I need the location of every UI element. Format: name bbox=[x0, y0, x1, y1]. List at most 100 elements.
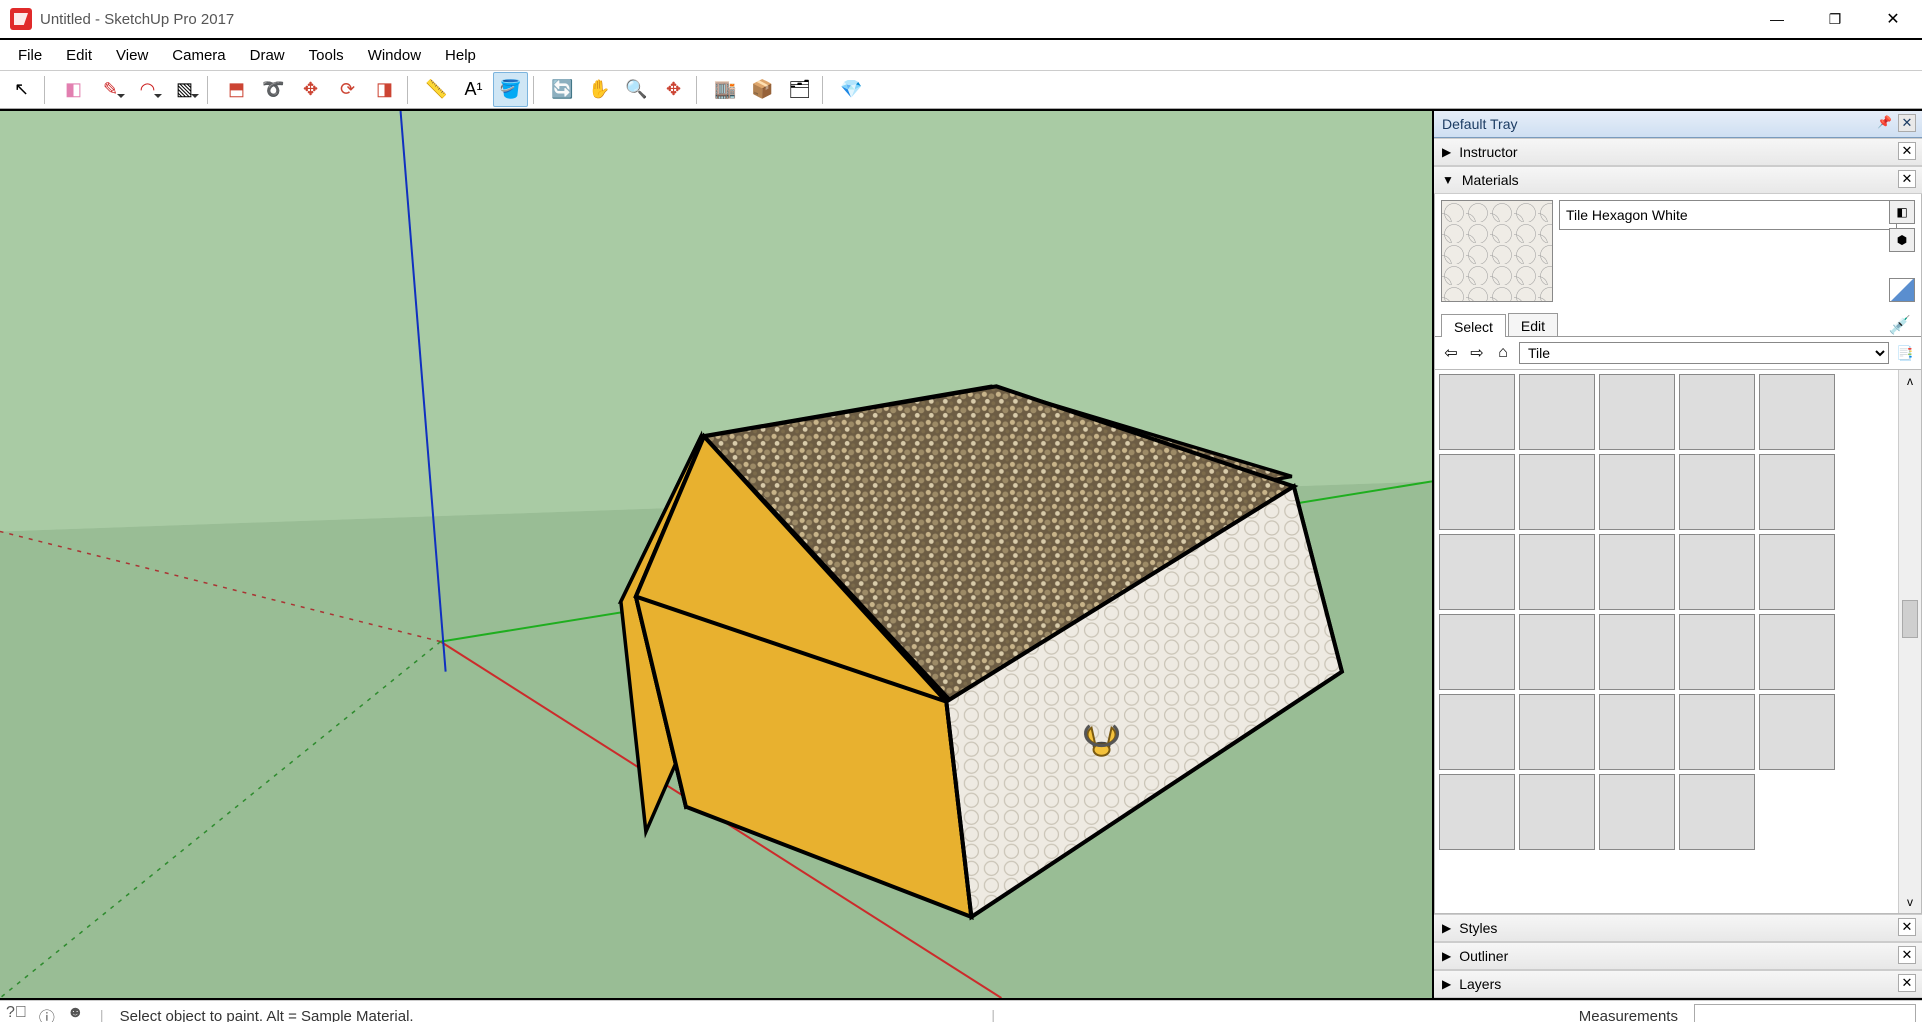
menu-tools[interactable]: Tools bbox=[297, 43, 356, 68]
material-tile[interactable] bbox=[1679, 614, 1755, 690]
eraser-tool[interactable]: ◧ bbox=[56, 72, 91, 107]
chevron-down-icon: ▼ bbox=[1442, 173, 1454, 187]
select-tool[interactable]: ↖ bbox=[4, 72, 39, 107]
material-tile[interactable] bbox=[1439, 614, 1515, 690]
nav-forward-icon[interactable]: ⇨ bbox=[1467, 343, 1487, 363]
materials-tabs: Select Edit 💉 bbox=[1435, 308, 1921, 337]
menu-help[interactable]: Help bbox=[433, 43, 488, 68]
materials-scrollbar[interactable]: ʌ v bbox=[1898, 370, 1921, 913]
zoom-extents-tool[interactable]: ✥ bbox=[656, 72, 691, 107]
material-tile[interactable] bbox=[1439, 694, 1515, 770]
create-material-icon[interactable]: ⬢ bbox=[1889, 228, 1915, 252]
instructor-close-icon[interactable]: ✕ bbox=[1898, 142, 1916, 160]
material-tile[interactable] bbox=[1519, 454, 1595, 530]
home-icon[interactable]: ⌂ bbox=[1493, 344, 1513, 362]
eyedropper-icon[interactable]: 💉 bbox=[1889, 315, 1915, 336]
arc-tool[interactable]: ◠ bbox=[130, 72, 165, 107]
material-tile[interactable] bbox=[1759, 374, 1835, 450]
material-tile[interactable] bbox=[1519, 374, 1595, 450]
draw-line-tool[interactable]: ✎ bbox=[93, 72, 128, 107]
material-tile[interactable] bbox=[1679, 534, 1755, 610]
material-tile[interactable] bbox=[1679, 694, 1755, 770]
layers-close-icon[interactable]: ✕ bbox=[1898, 974, 1916, 992]
scroll-thumb[interactable] bbox=[1902, 600, 1918, 638]
material-tile[interactable] bbox=[1599, 374, 1675, 450]
material-tile[interactable] bbox=[1759, 614, 1835, 690]
material-tile[interactable] bbox=[1679, 374, 1755, 450]
outliner-close-icon[interactable]: ✕ bbox=[1898, 946, 1916, 964]
component-tool[interactable]: 📦 bbox=[745, 72, 780, 107]
material-tile[interactable] bbox=[1599, 614, 1675, 690]
geo-icon[interactable]: ⓘ bbox=[39, 1004, 55, 1022]
maximize-button[interactable] bbox=[1806, 0, 1864, 38]
styles-panel-header[interactable]: ▶ Styles ✕ bbox=[1434, 914, 1922, 942]
menu-draw[interactable]: Draw bbox=[238, 43, 297, 68]
material-tile[interactable] bbox=[1759, 534, 1835, 610]
layout-tool[interactable]: 🗂 bbox=[782, 72, 817, 107]
material-tile[interactable] bbox=[1519, 694, 1595, 770]
current-material-swatch[interactable] bbox=[1441, 200, 1553, 302]
move-tool[interactable]: ✥ bbox=[293, 72, 328, 107]
close-button[interactable] bbox=[1864, 0, 1922, 38]
nav-back-icon[interactable]: ⇦ bbox=[1441, 343, 1461, 363]
pin-icon[interactable]: 📌 bbox=[1877, 115, 1892, 129]
menu-file[interactable]: File bbox=[6, 43, 54, 68]
material-tile[interactable] bbox=[1759, 454, 1835, 530]
measurements-input[interactable] bbox=[1694, 1004, 1916, 1022]
styles-close-icon[interactable]: ✕ bbox=[1898, 918, 1916, 936]
pan-tool[interactable]: ✋ bbox=[582, 72, 617, 107]
details-menu-icon[interactable]: 📑 bbox=[1895, 345, 1915, 362]
layers-panel-header[interactable]: ▶ Layers ✕ bbox=[1434, 970, 1922, 998]
toolbar-separator bbox=[696, 76, 703, 104]
menu-window[interactable]: Window bbox=[356, 43, 433, 68]
extensions-tool[interactable]: 💎 bbox=[834, 72, 869, 107]
pushpull-tool[interactable]: ⬒ bbox=[219, 72, 254, 107]
material-tile[interactable] bbox=[1599, 774, 1675, 850]
outliner-panel-header[interactable]: ▶ Outliner ✕ bbox=[1434, 942, 1922, 970]
scroll-down-icon[interactable]: v bbox=[1899, 891, 1921, 913]
material-tile[interactable] bbox=[1439, 454, 1515, 530]
material-tile[interactable] bbox=[1519, 614, 1595, 690]
material-tile[interactable] bbox=[1759, 694, 1835, 770]
material-tile[interactable] bbox=[1599, 454, 1675, 530]
paint-bucket-tool[interactable]: 🪣 bbox=[493, 72, 528, 107]
material-tile[interactable] bbox=[1439, 534, 1515, 610]
tray-title[interactable]: Default Tray 📌 ✕ bbox=[1434, 111, 1922, 138]
default-material-icon[interactable] bbox=[1889, 278, 1915, 302]
material-tile[interactable] bbox=[1599, 534, 1675, 610]
scroll-up-icon[interactable]: ʌ bbox=[1899, 370, 1921, 392]
material-tile[interactable] bbox=[1679, 454, 1755, 530]
tape-measure-tool[interactable]: 📏 bbox=[419, 72, 454, 107]
tab-select[interactable]: Select bbox=[1441, 314, 1506, 337]
person-icon[interactable]: ☻ bbox=[67, 1004, 84, 1022]
rotate-tool[interactable]: ⟳ bbox=[330, 72, 365, 107]
offset-tool[interactable]: ➰ bbox=[256, 72, 291, 107]
minimize-button[interactable] bbox=[1748, 0, 1806, 38]
instructor-panel-header[interactable]: ▶ Instructor ✕ bbox=[1434, 138, 1922, 166]
materials-close-icon[interactable]: ✕ bbox=[1898, 170, 1916, 188]
toolbar-separator bbox=[207, 76, 214, 104]
material-tile[interactable] bbox=[1439, 774, 1515, 850]
material-name-input[interactable] bbox=[1559, 200, 1897, 230]
warehouse-tool[interactable]: 🏬 bbox=[708, 72, 743, 107]
scale-tool[interactable]: ◨ bbox=[367, 72, 402, 107]
material-tile[interactable] bbox=[1679, 774, 1755, 850]
display-secondary-icon[interactable]: ◧ bbox=[1889, 200, 1915, 224]
material-tile[interactable] bbox=[1519, 534, 1595, 610]
tray-close-icon[interactable]: ✕ bbox=[1898, 114, 1916, 132]
menu-edit[interactable]: Edit bbox=[54, 43, 104, 68]
material-tile[interactable] bbox=[1439, 374, 1515, 450]
zoom-tool[interactable]: 🔍 bbox=[619, 72, 654, 107]
tab-edit[interactable]: Edit bbox=[1508, 313, 1558, 336]
menu-camera[interactable]: Camera bbox=[160, 43, 237, 68]
shapes-tool[interactable]: ▧ bbox=[167, 72, 202, 107]
help-icon[interactable]: ?⃝ bbox=[6, 1004, 27, 1022]
viewport-3d[interactable] bbox=[0, 111, 1432, 998]
material-category-select[interactable]: Tile bbox=[1519, 342, 1889, 364]
text-tool[interactable]: A¹ bbox=[456, 72, 491, 107]
menu-view[interactable]: View bbox=[104, 43, 160, 68]
materials-panel-header[interactable]: ▼ Materials ✕ bbox=[1434, 166, 1922, 194]
material-tile[interactable] bbox=[1519, 774, 1595, 850]
material-tile[interactable] bbox=[1599, 694, 1675, 770]
orbit-tool[interactable]: 🔄 bbox=[545, 72, 580, 107]
